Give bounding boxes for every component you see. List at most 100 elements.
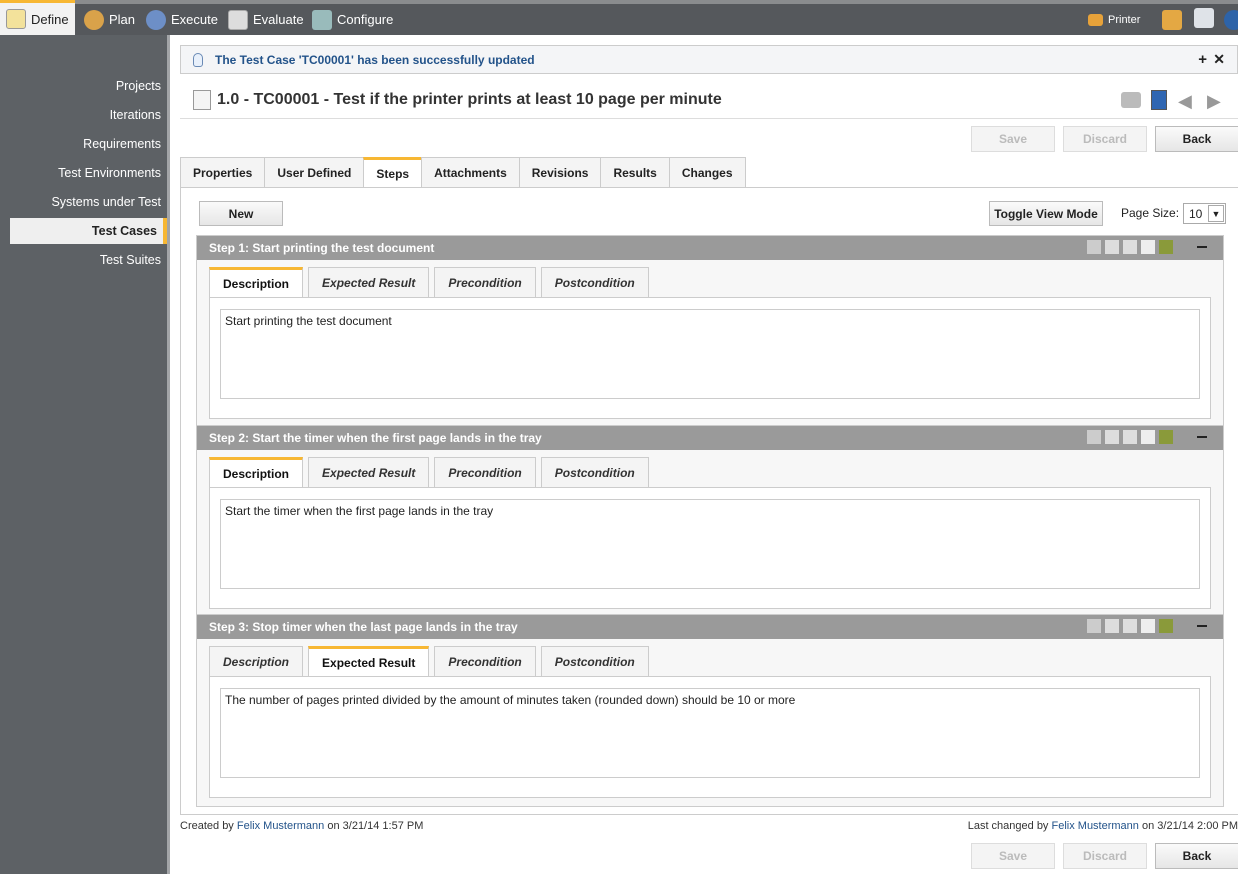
move-icon[interactable] [1087,430,1101,444]
search-box-icon[interactable] [1162,10,1182,30]
collapse-icon[interactable] [1197,625,1207,627]
move-right-icon[interactable] [1123,619,1137,633]
created-user-link[interactable]: Felix Mustermann [237,820,324,832]
changed-user-link[interactable]: Felix Mustermann [1052,820,1139,832]
lightbulb-icon [193,52,203,67]
nav-label: Execute [171,12,218,27]
step-text-area[interactable]: Start printing the test document [220,309,1200,399]
tab-changes[interactable]: Changes [668,157,746,188]
bookmark-icon[interactable] [1151,90,1167,110]
step-tab-expected-result[interactable]: Expected Result [308,267,430,297]
box-icon [1088,13,1103,26]
tab-attachments[interactable]: Attachments [421,157,520,188]
changed-info: Last changed by Felix Mustermann on 3/21… [968,820,1238,832]
nav-define[interactable]: Define [0,0,75,35]
sidebar-item-iterations[interactable]: Iterations [10,102,167,128]
title-text: 1.0 - TC00001 - Test if the printer prin… [217,91,722,108]
delete-icon[interactable] [1159,240,1173,254]
project-selector[interactable]: Printer [1082,4,1146,35]
nav-label: Plan [109,12,136,27]
document-icon [193,90,211,110]
expand-icon[interactable]: + [1198,51,1207,68]
step-tab-postcondition[interactable]: Postcondition [540,646,649,676]
step-header[interactable]: Step 3: Stop timer when the last page la… [197,615,1223,639]
collapse-icon[interactable] [1197,436,1207,438]
move-left-icon[interactable] [1105,240,1119,254]
move-left-icon[interactable] [1105,430,1119,444]
page-title: 1.0 - TC00001 - Test if the printer prin… [193,90,722,110]
users-icon [84,9,104,30]
sidebar: Projects Iterations Requirements Test Envir… [0,35,170,874]
sidebar-item-projects[interactable]: Projects [10,73,167,99]
page-size-label: Page Size: [1121,206,1180,220]
page-size-select[interactable]: 10 ▼ [1183,203,1226,224]
nav-plan[interactable]: Plan [78,4,141,35]
delete-icon[interactable] [1159,619,1173,633]
step-header[interactable]: Step 2: Start the timer when the first p… [197,426,1223,450]
step-tab-postcondition[interactable]: Postcondition [540,457,649,487]
report-icon [228,9,248,30]
step-tab-description[interactable]: Description [209,646,304,676]
close-icon[interactable]: ✕ [1213,51,1225,68]
previous-arrow-icon[interactable]: ◀ [1178,91,1192,112]
success-notification: The Test Case 'TC00001' has been success… [180,45,1238,74]
sidebar-item-test-cases[interactable]: Test Cases [10,218,167,244]
nav-configure[interactable]: Configure [306,4,399,35]
project-name: Printer [1108,13,1141,26]
save-button[interactable]: Save [971,126,1055,152]
step-title: Step 3: Stop timer when the last page la… [209,620,518,634]
step-1: Step 1: Start printing the test document… [196,235,1224,428]
next-arrow-icon[interactable]: ▶ [1207,91,1221,112]
tab-revisions[interactable]: Revisions [518,157,602,188]
step-tab-postcondition[interactable]: Postcondition [540,267,649,297]
save-button-bottom[interactable]: Save [971,843,1055,869]
nav-evaluate[interactable]: Evaluate [222,4,310,35]
new-step-button[interactable]: New [199,201,283,226]
divider [180,118,1238,119]
history-icon[interactable] [1194,8,1214,28]
nav-label: Configure [337,12,394,27]
step-tab-precondition[interactable]: Precondition [434,457,536,487]
move-right-icon[interactable] [1123,240,1137,254]
discard-button[interactable]: Discard [1063,126,1147,152]
step-header[interactable]: Step 1: Start printing the test document [197,236,1223,260]
step-tab-description[interactable]: Description [209,267,304,297]
copy-icon[interactable] [1141,430,1155,444]
back-button-bottom[interactable]: Back [1155,843,1238,869]
tab-steps[interactable]: Steps [363,157,423,188]
collapse-icon[interactable] [1197,246,1207,248]
step-text-area[interactable]: Start the timer when the first page land… [220,499,1200,589]
copy-icon[interactable] [1141,240,1155,254]
notepad-icon [6,9,26,29]
copy-icon[interactable] [1141,619,1155,633]
sidebar-item-requirements[interactable]: Requirements [10,131,167,157]
page-size-value: 10 [1189,206,1203,221]
sidebar-item-test-environments[interactable]: Test Environments [10,160,167,186]
tab-results[interactable]: Results [600,157,670,188]
sidebar-item-test-suites[interactable]: Test Suites [10,247,167,273]
discard-button-bottom[interactable]: Discard [1063,843,1147,869]
move-left-icon[interactable] [1105,619,1119,633]
sidebar-item-systems-under-test[interactable]: Systems under Test [10,189,167,215]
print-icon[interactable] [1121,92,1141,108]
back-button[interactable]: Back [1155,126,1238,152]
step-tab-precondition[interactable]: Precondition [434,646,536,676]
help-icon[interactable] [1224,10,1238,30]
tab-properties[interactable]: Properties [180,157,266,188]
nav-execute[interactable]: Execute [140,4,224,35]
move-icon[interactable] [1087,240,1101,254]
step-tab-description[interactable]: Description [209,457,304,487]
changed-prefix: Last changed by [967,820,1049,832]
created-prefix: Created by [180,820,234,832]
toggle-view-mode-button[interactable]: Toggle View Mode [989,201,1103,226]
step-tab-precondition[interactable]: Precondition [434,267,536,297]
move-right-icon[interactable] [1123,430,1137,444]
nav-label: Define [31,11,69,27]
step-text-area[interactable]: The number of pages printed divided by t… [220,688,1200,778]
step-tab-expected-result[interactable]: Expected Result [308,646,430,676]
step-tab-expected-result[interactable]: Expected Result [308,457,430,487]
tab-user-defined[interactable]: User Defined [264,157,365,188]
delete-icon[interactable] [1159,430,1173,444]
created-info: Created by Felix Mustermann on 3/21/14 1… [180,820,423,832]
move-icon[interactable] [1087,619,1101,633]
